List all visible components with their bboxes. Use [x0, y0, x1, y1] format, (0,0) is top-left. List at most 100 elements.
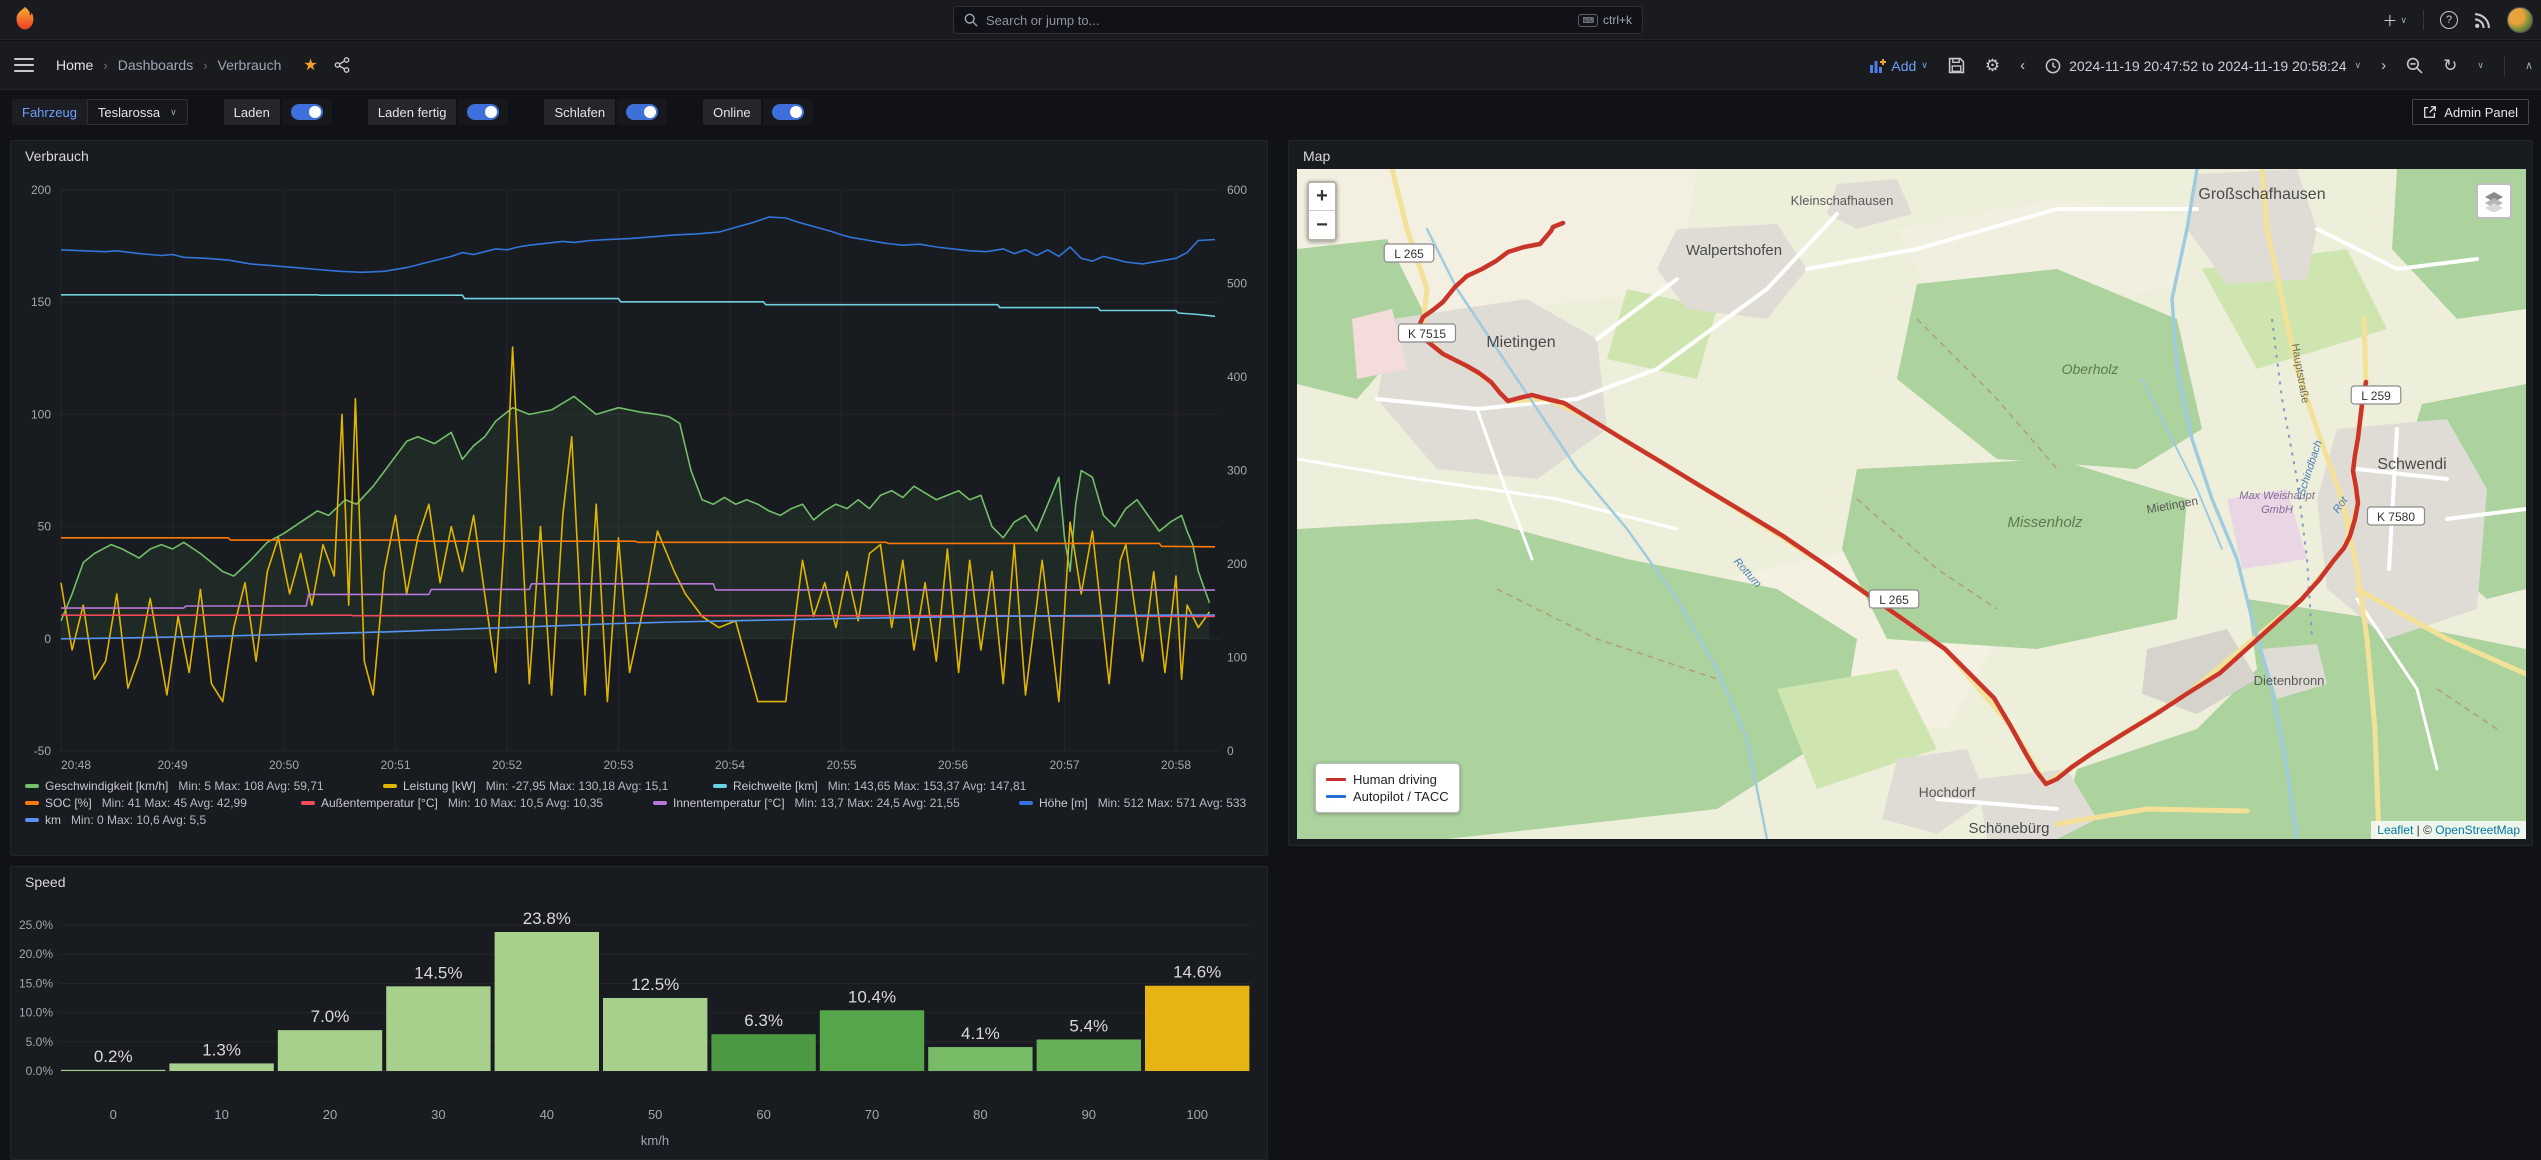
y-axis-right-tick: 100 — [1227, 651, 1247, 665]
bar-20 — [278, 1030, 382, 1071]
collapse-chrome-icon[interactable]: ∧ — [2525, 59, 2533, 72]
osm-link[interactable]: OpenStreetMap — [2435, 823, 2520, 837]
legend-series-name: Leistung [kW] — [403, 779, 476, 793]
panel-speed: Speed 0.0%5.0%10.0%15.0%20.0%25.0%0.2%01… — [10, 866, 1268, 1160]
y-axis-right-tick: 0 — [1227, 744, 1234, 758]
add-panel-button[interactable]: Add∨ — [1870, 58, 1928, 74]
zoom-out-button[interactable]: − — [1309, 211, 1335, 239]
series-h-he-m- — [61, 217, 1215, 272]
map-canvas[interactable]: L 265K 7515L 265L 259K 7580 MietingenWal… — [1297, 169, 2526, 839]
x-axis-tick: 70 — [865, 1107, 879, 1122]
panel-title[interactable]: Map — [1303, 148, 1330, 164]
x-axis-tick: 0 — [110, 1107, 117, 1122]
legend-item-h-he-m-[interactable]: Höhe [m]Min: 512 Max: 571 Avg: 533 — [1019, 796, 1246, 810]
map-tiles: L 265K 7515L 265L 259K 7580 MietingenWal… — [1297, 169, 2526, 839]
road-badge-label: L 259 — [2361, 389, 2391, 403]
bar-50 — [603, 998, 707, 1071]
save-dashboard-icon[interactable] — [1948, 57, 1965, 74]
breadcrumb-current: Verbrauch — [218, 57, 282, 73]
map-label-hochdorf: Hochdorf — [1919, 784, 1976, 800]
breadcrumb-separator: › — [203, 58, 207, 73]
legend-item-km[interactable]: kmMin: 0 Max: 10,6 Avg: 5,5 — [25, 813, 206, 827]
x-axis-tick: 40 — [540, 1107, 554, 1122]
user-avatar[interactable] — [2507, 7, 2533, 33]
leaflet-link[interactable]: Leaflet — [2377, 823, 2413, 837]
refresh-interval-icon[interactable]: ∨ — [2477, 60, 2484, 71]
x-axis-tick: 20:58 — [1161, 758, 1191, 772]
map-label-walpertshofen: Walpertshofen — [1686, 242, 1782, 259]
toggle-label: Online — [703, 99, 761, 125]
favorite-star-icon[interactable]: ★ — [303, 55, 317, 75]
toggle-switch[interactable] — [617, 99, 667, 125]
x-axis-tick: 20:51 — [380, 758, 410, 772]
road-badge-label: K 7580 — [2377, 510, 2415, 524]
news-icon[interactable] — [2474, 12, 2491, 29]
legend-series-name: Außentemperatur [°C] — [321, 796, 438, 810]
menu-toggle-icon[interactable] — [14, 58, 34, 72]
y-axis-left-tick: 50 — [38, 520, 52, 534]
legend-swatch — [713, 784, 727, 788]
zoom-out-time-icon[interactable] — [2406, 57, 2423, 74]
y-axis-tick: 0.0% — [26, 1064, 54, 1078]
y-axis-right-tick: 600 — [1227, 183, 1247, 197]
search-icon — [964, 13, 978, 27]
grafana-logo-icon[interactable] — [10, 5, 40, 35]
legend-series-stats: Min: 143,65 Max: 153,37 Avg: 147,81 — [828, 779, 1027, 793]
legend-item-leistung-kw-[interactable]: Leistung [kW]Min: -27,95 Max: 130,18 Avg… — [383, 779, 668, 793]
bar-100 — [1145, 986, 1249, 1071]
dashboard-settings-icon[interactable]: ⚙ — [1985, 56, 2000, 76]
bar-40 — [495, 932, 599, 1071]
legend-swatch — [383, 784, 397, 788]
map-label-schwendi: Schwendi — [2377, 456, 2446, 473]
map-label-missenholz: Missenholz — [2007, 514, 2083, 531]
panel-title[interactable]: Speed — [25, 874, 65, 890]
legend-swatch — [301, 801, 315, 805]
help-icon[interactable]: ? — [2440, 11, 2458, 29]
panel-title[interactable]: Verbrauch — [25, 148, 89, 164]
y-axis-left-tick: 150 — [31, 295, 51, 309]
road-badge-label: K 7515 — [1408, 327, 1446, 341]
bar-value-label: 4.1% — [961, 1024, 1000, 1043]
bar-value-label: 12.5% — [631, 975, 679, 994]
time-back-icon[interactable]: ‹ — [2020, 57, 2025, 74]
refresh-icon[interactable]: ↻ — [2443, 56, 2457, 76]
breadcrumb-home[interactable]: Home — [56, 57, 93, 73]
grafana-dashboard: Search or jump to... ⌨ctrl+k ＋∨ ? Home ›… — [0, 0, 2541, 1160]
toggle-label: Schlafen — [544, 99, 615, 125]
x-axis-tick: 20:49 — [157, 758, 187, 772]
legend-series-stats: Min: 13,7 Max: 24,5 Avg: 21,55 — [795, 796, 960, 810]
x-axis-tick: 50 — [648, 1107, 662, 1122]
bar-80 — [928, 1047, 1032, 1071]
legend-item-reichweite-km-[interactable]: Reichweite [km]Min: 143,65 Max: 153,37 A… — [713, 779, 1026, 793]
toggle-switch[interactable] — [458, 99, 508, 125]
zoom-in-button[interactable]: + — [1309, 183, 1335, 211]
time-forward-icon[interactable]: › — [2381, 57, 2386, 74]
share-icon[interactable] — [334, 57, 350, 73]
toggle-switch[interactable] — [282, 99, 332, 125]
search-placeholder: Search or jump to... — [986, 13, 1099, 28]
vehicle-select[interactable]: Teslarossa∨ — [87, 99, 188, 125]
search-input[interactable]: Search or jump to... ⌨ctrl+k — [953, 6, 1643, 34]
bar-60 — [711, 1034, 815, 1071]
map-layers-button[interactable] — [2476, 183, 2512, 219]
human-driving-swatch — [1326, 778, 1346, 781]
top-bar: Search or jump to... ⌨ctrl+k ＋∨ ? — [0, 0, 2541, 40]
time-range-picker[interactable]: 2024-11-19 20:47:52 to 2024-11-19 20:58:… — [2045, 58, 2361, 74]
breadcrumb-separator: › — [103, 58, 107, 73]
legend-item-geschwindigkeit-km-h-[interactable]: Geschwindigkeit [km/h]Min: 5 Max: 108 Av… — [25, 779, 324, 793]
toggle-switch[interactable] — [763, 99, 813, 125]
legend-item-au-entemperatur-c-[interactable]: Außentemperatur [°C]Min: 10 Max: 10,5 Av… — [301, 796, 603, 810]
legend-series-name: Innentemperatur [°C] — [673, 796, 785, 810]
bar-value-label: 6.3% — [744, 1011, 783, 1030]
search-shortcut: ⌨ctrl+k — [1578, 13, 1632, 27]
legend-item-innentemperatur-c-[interactable]: Innentemperatur [°C] Min: 13,7 Max: 24,5 … — [653, 796, 960, 810]
new-menu-button[interactable]: ＋∨ — [2382, 10, 2407, 31]
road-badge-label: L 265 — [1879, 593, 1909, 607]
breadcrumb-dashboards[interactable]: Dashboards — [118, 57, 194, 73]
admin-panel-button[interactable]: Admin Panel — [2412, 99, 2529, 125]
map-legend: Human driving Autopilot / TACC — [1315, 763, 1460, 813]
legend-item-soc-[interactable]: SOC [%]Min: 41 Max: 45 Avg: 42,99 — [25, 796, 247, 810]
x-axis-tick: 20:48 — [61, 758, 91, 772]
y-axis-tick: 5.0% — [26, 1035, 54, 1049]
panel-verbrauch: Verbrauch 200150100500-50600500400300200… — [10, 140, 1268, 856]
